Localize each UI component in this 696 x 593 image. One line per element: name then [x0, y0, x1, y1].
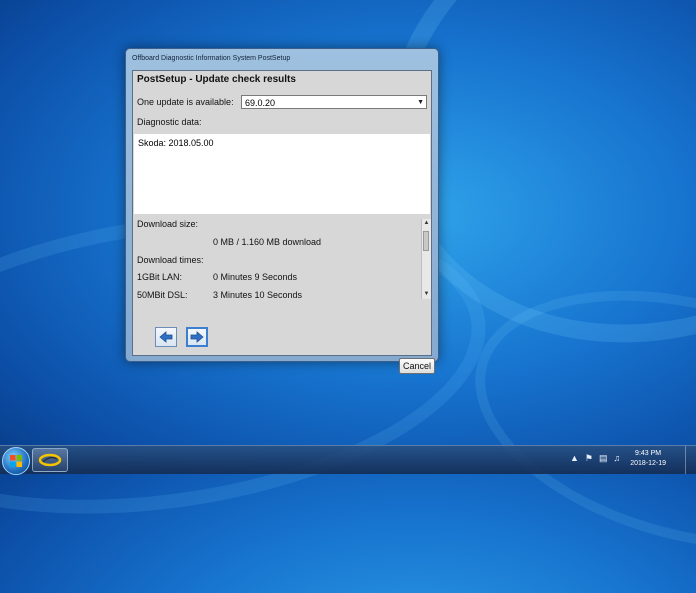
clock[interactable]: 9:43 PM 2018-12-19	[630, 449, 666, 469]
window-title[interactable]: Offboard Diagnostic Information System P…	[126, 49, 438, 69]
wallpaper-streak	[446, 247, 696, 593]
clock-date: 2018-12-19	[630, 460, 666, 467]
next-button[interactable]	[186, 327, 208, 347]
version-select-value: 69.0.20	[245, 98, 276, 108]
arrow-left-icon	[159, 331, 173, 343]
download-times-label: Download times:	[137, 255, 204, 265]
lan-time-value: 0 Minutes 9 Seconds	[213, 272, 298, 282]
scroll-up-icon[interactable]: ▲	[422, 219, 431, 228]
volume-icon[interactable]: ♫	[614, 453, 621, 464]
version-select[interactable]: 69.0.20 ▼	[241, 95, 427, 109]
app-swoosh-icon	[38, 453, 62, 467]
postsetup-window: Offboard Diagnostic Information System P…	[125, 48, 439, 374]
taskbar-app-button[interactable]	[32, 448, 68, 472]
cancel-button[interactable]: Cancel	[399, 358, 435, 374]
window-client: PostSetup - Update check results One upd…	[132, 70, 435, 374]
page-title: PostSetup - Update check results	[137, 74, 296, 85]
update-label: One update is available:	[137, 97, 234, 107]
download-size-value: 0 MB / 1.160 MB download	[213, 237, 322, 247]
dsl-label: 50MBit DSL:	[137, 290, 188, 300]
arrow-right-icon	[190, 331, 204, 343]
dsl-time-value: 3 Minutes 10 Seconds	[213, 290, 303, 300]
scroll-down-icon[interactable]: ▼	[422, 290, 431, 299]
start-button[interactable]	[2, 447, 30, 475]
scroll-thumb[interactable]	[423, 231, 429, 251]
up-arrow-icon[interactable]: ▲	[570, 453, 579, 464]
download-size-label: Download size:	[137, 219, 199, 229]
network-icon[interactable]: ▤	[599, 453, 608, 464]
chevron-down-icon[interactable]: ▼	[417, 96, 424, 110]
lan-label: 1GBit LAN:	[137, 272, 183, 282]
diagnostic-list[interactable]: Skoda: 2018.05.00	[134, 134, 430, 214]
system-tray: ▲ ⚑ ▤ ♫	[570, 453, 620, 464]
show-desktop-button[interactable]	[685, 446, 696, 474]
taskbar: ▲ ⚑ ▤ ♫ 9:43 PM 2018-12-19	[0, 445, 696, 475]
diagnostic-label: Diagnostic data:	[137, 117, 202, 127]
clock-time: 9:43 PM	[635, 450, 662, 457]
back-button[interactable]	[155, 327, 177, 347]
flag-icon[interactable]: ⚑	[585, 453, 593, 464]
list-item[interactable]: Skoda: 2018.05.00	[138, 138, 426, 148]
info-scrollbar[interactable]: ▲ ▼	[421, 219, 431, 299]
windows-start-icon	[10, 455, 22, 467]
